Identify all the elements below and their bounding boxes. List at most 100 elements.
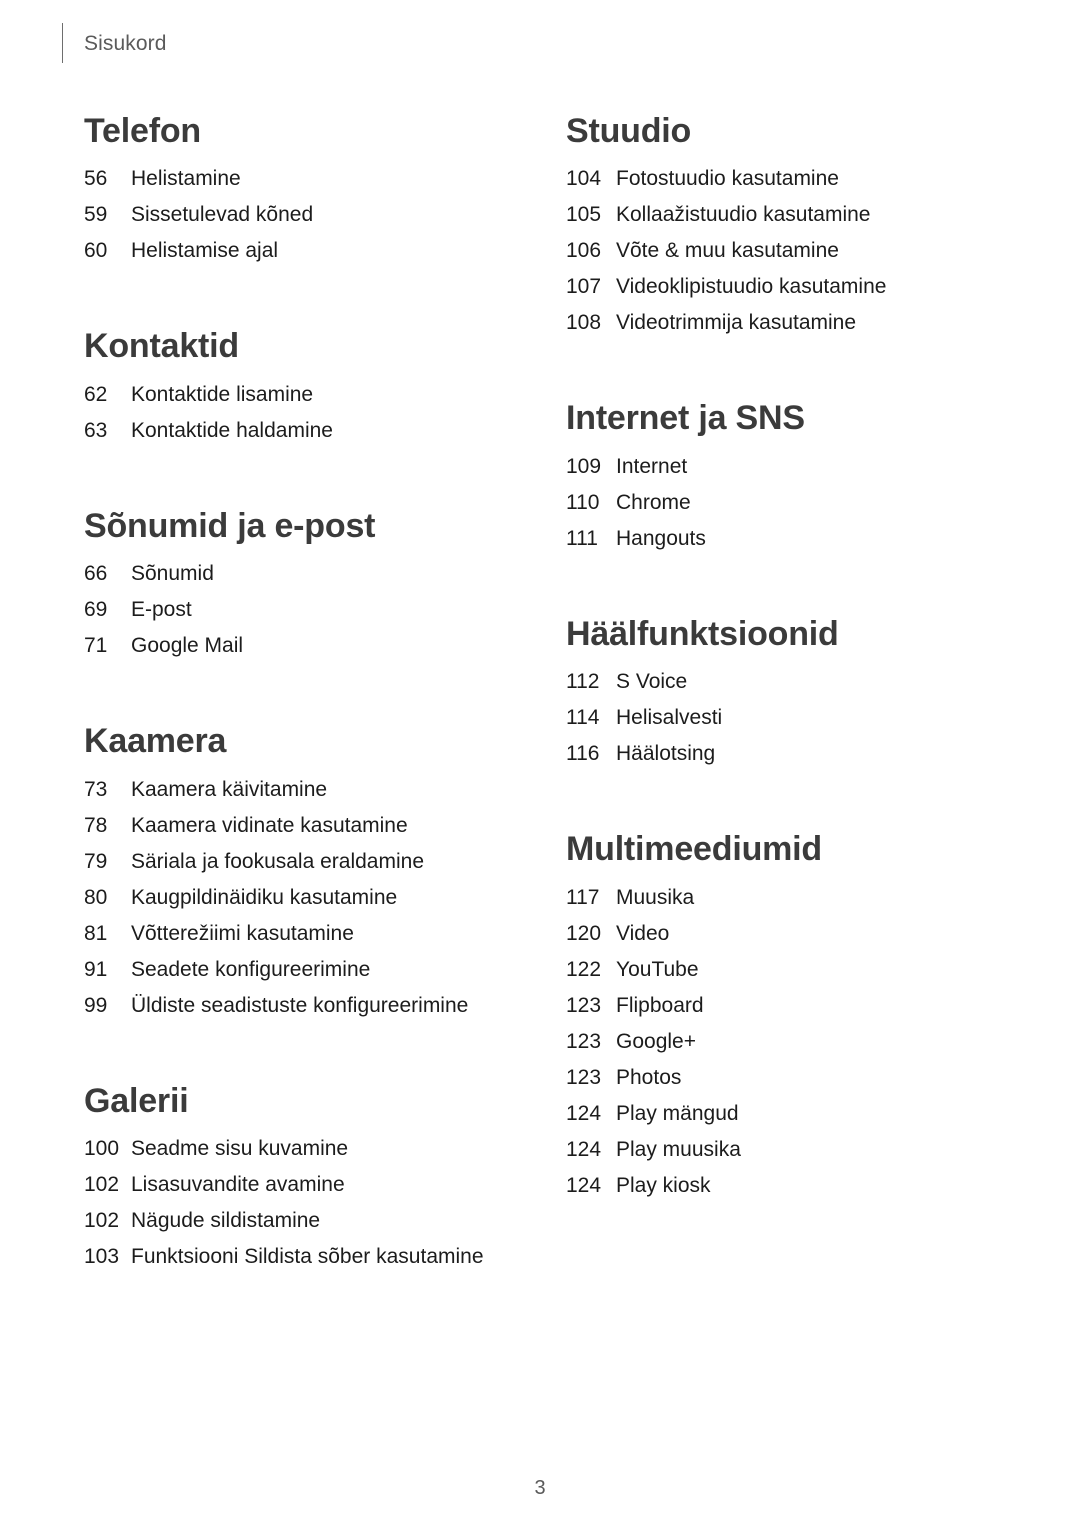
toc-entry[interactable]: 108 Videotrimmija kasutamine [566, 305, 1026, 341]
toc-entry-label: Muusika [616, 885, 695, 909]
toc-entry[interactable]: 109 Internet [566, 449, 1026, 485]
toc-entry-list: 73 Kaamera käivitamine 78 Kaamera vidinate … [84, 772, 534, 1024]
toc-entry-label: Sissetulevad kõned [131, 203, 314, 227]
toc-entry-list: 66 Sõnumid 69 E-post 71 Google Mail [84, 556, 534, 664]
toc-entry[interactable]: 120 Video [566, 916, 1026, 952]
toc-entry-label: Kollaažistuudio kasutamine [616, 203, 871, 227]
toc-entry-page-number: 66 [84, 562, 108, 586]
toc-entry[interactable]: 99 Üldiste seadistuste konfigureerimine [84, 988, 534, 1024]
toc-entry-page-number: 104 [566, 167, 602, 191]
toc-entry-page-number: 109 [566, 454, 602, 478]
toc-entry-list: 112 S Voice 114 Helisalvesti 116 Häälotsing [566, 664, 1026, 772]
toc-entry-page-number: 123 [566, 993, 602, 1017]
toc-entry-label: Säriala ja fookusala eraldamine [131, 849, 425, 873]
toc-entry-list: 104 Fotostuudio kasutamine 105 Kollaažistuu… [566, 161, 1026, 341]
toc-entry-page-number: 105 [566, 203, 602, 227]
toc-entry[interactable]: 104 Fotostuudio kasutamine [566, 161, 1026, 197]
toc-entry-page-number: 100 [84, 1137, 120, 1161]
toc-entry-page-number: 102 [84, 1173, 120, 1197]
toc-entry-list: 56 Helistamine 59 Sissetulevad kõned 60 Helis… [84, 161, 534, 269]
toc-entry[interactable]: 81 Võtterežiimi kasutamine [84, 916, 534, 952]
toc-entry-label: Nägude sildistamine [131, 1209, 321, 1233]
toc-entry-label: Play muusika [616, 1137, 741, 1161]
toc-entry[interactable]: 117 Muusika [566, 880, 1026, 916]
toc-entry[interactable]: 73 Kaamera käivitamine [84, 772, 534, 808]
toc-entry-label: Helistamine [131, 167, 241, 191]
toc-entry[interactable]: 123 Flipboard [566, 988, 1026, 1024]
toc-section: Häälfunktsioonid 112 S Voice 114 Helisalvest… [566, 615, 1026, 772]
toc-entry[interactable]: 111 Hangouts [566, 521, 1026, 557]
toc-entry-page-number: 63 [84, 418, 108, 442]
toc-entry[interactable]: 103 Funktsiooni Sildista sõber kasutamine [84, 1239, 534, 1275]
toc-entry[interactable]: 79 Säriala ja fookusala eraldamine [84, 844, 534, 880]
toc-entry[interactable]: 66 Sõnumid [84, 556, 534, 592]
toc-entry-page-number: 111 [566, 526, 598, 550]
toc-column-left: Telefon 56 Helistamine 59 Sissetulevad kõned… [84, 112, 534, 1275]
toc-entry-page-number: 123 [566, 1029, 602, 1053]
toc-section: Multimeediumid 117 Muusika 120 Video 122 YouTu… [566, 830, 1026, 1203]
toc-section-title: Kaamera [84, 722, 227, 761]
toc-entry-label: Helisalvesti [616, 706, 723, 730]
toc-entry-page-number: 60 [84, 239, 108, 263]
toc-entry-list: 62 Kontaktide lisamine 63 Kontaktide haldam… [84, 377, 534, 449]
toc-entry[interactable]: 56 Helistamine [84, 161, 534, 197]
toc-entry-label: YouTube [616, 957, 699, 981]
toc-entry[interactable]: 124 Play muusika [566, 1132, 1026, 1168]
toc-entry-page-number: 110 [566, 490, 600, 514]
toc-column-right: Stuudio 104 Fotostuudio kasutamine 105 Kolla… [566, 112, 1026, 1204]
toc-entry[interactable]: 59 Sissetulevad kõned [84, 197, 534, 233]
toc-entry[interactable]: 60 Helistamise ajal [84, 233, 534, 269]
toc-entry-label: Videoklipistuudio kasutamine [616, 275, 887, 299]
toc-entry-page-number: 107 [566, 275, 602, 299]
toc-entry[interactable]: 69 E-post [84, 592, 534, 628]
toc-entry[interactable]: 107 Videoklipistuudio kasutamine [566, 269, 1026, 305]
toc-entry[interactable]: 80 Kaugpildinäidiku kasutamine [84, 880, 534, 916]
toc-entry-label: Kontaktide lisamine [131, 382, 314, 406]
toc-entry-label: Play mängud [616, 1101, 739, 1125]
toc-entry[interactable]: 71 Google Mail [84, 628, 534, 664]
toc-entry-page-number: 80 [84, 885, 108, 909]
toc-entry-page-number: 59 [84, 203, 108, 227]
toc-entry-page-number: 79 [84, 849, 108, 873]
toc-entry[interactable]: 78 Kaamera vidinate kasutamine [84, 808, 534, 844]
toc-entry[interactable]: 124 Play kiosk [566, 1168, 1026, 1204]
toc-entry[interactable]: 110 Chrome [566, 485, 1026, 521]
toc-section: Galerii 100 Seadme sisu kuvamine 102 Lisasuv… [84, 1082, 534, 1275]
toc-entry-page-number: 102 [84, 1209, 120, 1233]
toc-section-title: Stuudio [566, 112, 692, 150]
toc-entry-label: Videotrimmija kasutamine [616, 311, 857, 335]
toc-entry[interactable]: 105 Kollaažistuudio kasutamine [566, 197, 1026, 233]
toc-entry-label: Kaamera käivitamine [131, 777, 328, 801]
toc-entry[interactable]: 114 Helisalvesti [566, 700, 1026, 736]
page-running-header: Sisukord [62, 22, 167, 64]
toc-entry-page-number: 78 [84, 813, 108, 837]
toc-entry-label: E-post [131, 598, 192, 622]
toc-entry-page-number: 114 [566, 706, 600, 730]
toc-entry-page-number: 81 [84, 921, 108, 945]
toc-entry[interactable]: 100 Seadme sisu kuvamine [84, 1131, 534, 1167]
toc-entry[interactable]: 112 S Voice [566, 664, 1026, 700]
toc-entry[interactable]: 123 Google+ [566, 1024, 1026, 1060]
toc-entry-page-number: 91 [84, 957, 108, 981]
toc-entry[interactable]: 116 Häälotsing [566, 736, 1026, 772]
toc-entry-label: Sõnumid [131, 562, 214, 586]
toc-entry-page-number: 124 [566, 1173, 602, 1197]
toc-entry[interactable]: 123 Photos [566, 1060, 1026, 1096]
toc-section-title: Telefon [84, 112, 201, 150]
toc-entry-list: 100 Seadme sisu kuvamine 102 Lisasuvandite … [84, 1131, 534, 1275]
toc-entry[interactable]: 63 Kontaktide haldamine [84, 413, 534, 449]
toc-entry-label: Lisasuvandite avamine [131, 1173, 345, 1197]
toc-entry[interactable]: 102 Nägude sildistamine [84, 1203, 534, 1239]
toc-entry[interactable]: 91 Seadete konfigureerimine [84, 952, 534, 988]
toc-entry[interactable]: 102 Lisasuvandite avamine [84, 1167, 534, 1203]
toc-entry-label: Photos [616, 1065, 682, 1089]
toc-entry[interactable]: 106 Võte & muu kasutamine [566, 233, 1026, 269]
toc-entry[interactable]: 62 Kontaktide lisamine [84, 377, 534, 413]
toc-section: Kaamera 73 Kaamera käivitamine 78 Kaamera vi… [84, 722, 534, 1023]
toc-entry-label: Fotostuudio kasutamine [616, 167, 839, 191]
toc-entry[interactable]: 124 Play mängud [566, 1096, 1026, 1132]
toc-section-title: Häälfunktsioonid [566, 614, 839, 653]
toc-entry-page-number: 124 [566, 1137, 602, 1161]
toc-entry[interactable]: 122 YouTube [566, 952, 1026, 988]
toc-section-title: Galerii [84, 1081, 189, 1120]
